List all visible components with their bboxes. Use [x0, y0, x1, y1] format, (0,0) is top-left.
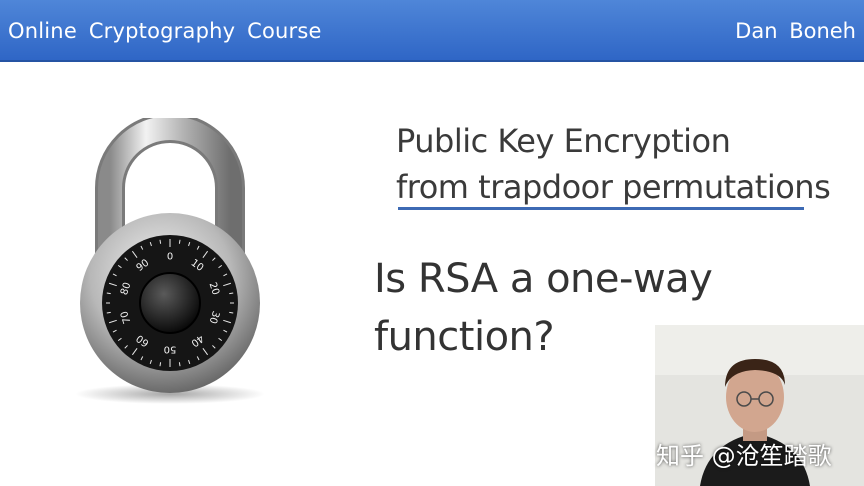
video-watermark: 知乎 @沧笙踏歌: [656, 442, 832, 470]
course-title: Online Cryptography Course: [8, 19, 322, 43]
dial-number: 50: [164, 344, 177, 355]
slide-heading: Public Key Encryption from trapdoor perm…: [396, 118, 831, 210]
slide-heading-line1: Public Key Encryption: [396, 122, 731, 160]
dial-number: 0: [167, 252, 173, 263]
dial-tick: [178, 239, 181, 244]
dial-tick: [159, 239, 162, 244]
course-header-bar: Online Cryptography Course Dan Boneh: [0, 0, 864, 62]
dial-tick: [106, 311, 111, 314]
dial-tick: [229, 311, 234, 314]
dial-tick: [159, 362, 162, 367]
heading-underline: [398, 207, 804, 210]
dial-tick: [229, 292, 234, 295]
author-name: Dan Boneh: [735, 19, 856, 43]
slide-heading-line2: from trapdoor permutations: [396, 168, 831, 206]
dial-tick: [178, 362, 181, 367]
dial-tick: [106, 292, 111, 295]
slide-question-line1: Is RSA a one-way: [374, 256, 713, 302]
combination-padlock-icon: 0102030405060708090: [75, 118, 265, 404]
lock-dial-knob: [139, 272, 201, 334]
